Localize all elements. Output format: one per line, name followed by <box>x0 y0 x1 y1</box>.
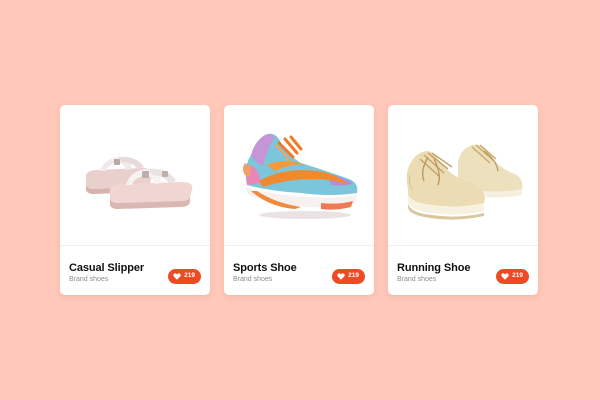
running-shoe-image <box>388 105 538 244</box>
slipper-image <box>60 105 210 244</box>
product-card-casual-slipper[interactable]: Casual Slipper Brand shoes 219 <box>60 105 210 295</box>
heart-icon <box>501 273 509 280</box>
like-count: 219 <box>184 272 195 280</box>
card-divider <box>60 245 210 246</box>
product-card-list: Casual Slipper Brand shoes 219 Sports Sh… <box>60 105 538 295</box>
like-count: 219 <box>348 272 359 280</box>
like-button[interactable]: 219 <box>496 269 529 284</box>
like-button[interactable]: 219 <box>168 269 201 284</box>
product-title: Sports Shoe <box>233 262 297 274</box>
product-subtitle: Brand shoes <box>69 276 109 283</box>
card-divider <box>224 245 374 246</box>
product-card-sports-shoe[interactable]: Sports Shoe Brand shoes 219 <box>224 105 374 295</box>
heart-icon <box>173 273 181 280</box>
product-subtitle: Brand shoes <box>397 276 437 283</box>
sports-shoe-image <box>224 105 374 244</box>
heart-icon <box>337 273 345 280</box>
card-divider <box>388 245 538 246</box>
like-button[interactable]: 219 <box>332 269 365 284</box>
product-title: Running Shoe <box>397 262 471 274</box>
product-title: Casual Slipper <box>69 262 145 274</box>
like-count: 219 <box>512 272 523 280</box>
product-subtitle: Brand shoes <box>233 276 273 283</box>
product-card-running-shoe[interactable]: Running Shoe Brand shoes 219 <box>388 105 538 295</box>
